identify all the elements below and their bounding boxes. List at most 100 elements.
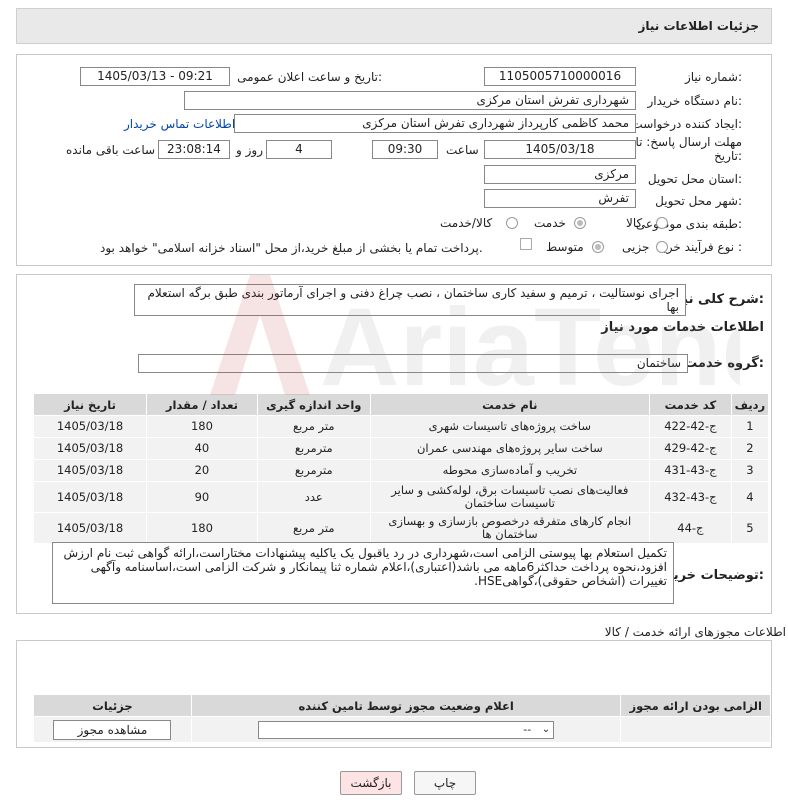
service-code-cell: ج-43-432	[648, 481, 732, 513]
requester-field: محمد کاظمی کارپرداز شهرداری تفرش استان م…	[234, 114, 636, 133]
service-group-field: ساختمان	[138, 354, 688, 373]
days-field: 4	[266, 140, 332, 159]
deadline-date-field: 1405/03/18	[484, 140, 636, 159]
time-label: ساعت	[446, 143, 479, 157]
buyer-org-field: شهرداری تفرش استان مرکزی	[184, 91, 636, 110]
quantity-cell: 40	[146, 437, 258, 460]
service-code-cell: ج-43-431	[648, 459, 732, 482]
need-number-field: 1105005710000016	[484, 67, 636, 86]
payment-note: پرداخت تمام یا بخشی از مبلغ خرید،از محل …	[100, 241, 483, 255]
page-title: جزئیات اطلاعات نیاز	[638, 19, 759, 33]
row-number-cell: 1	[730, 415, 770, 438]
quantity-cell: 180	[146, 512, 258, 544]
services-table: ردیف کد خدمت نام خدمت واحد اندازه گیری ت…	[32, 393, 770, 544]
quantity-cell: 180	[146, 415, 258, 438]
col-row: ردیف	[730, 393, 770, 416]
category-service-label: خدمت	[534, 216, 566, 230]
chevron-down-icon: ⌄	[541, 723, 551, 735]
process-medium-radio[interactable]	[592, 241, 604, 253]
quantity-cell: 20	[146, 459, 258, 482]
province-field: مرکزی	[484, 165, 636, 184]
service-code-cell: ج-42-422	[648, 415, 732, 438]
row-number-cell: 2	[730, 437, 770, 460]
need-date-cell: 1405/03/18	[32, 459, 148, 482]
process-medium-label: متوسط	[546, 240, 584, 254]
table-row: 5 ج-44 انجام کارهای متفرقه درخصوص بازسازی …	[32, 512, 770, 544]
buyer-org-label: نام دستگاه خریدار:	[647, 94, 743, 108]
unit-cell: عدد	[256, 481, 371, 513]
province-label: استان محل تحویل:	[647, 172, 742, 186]
col-unit: واحد اندازه گیری	[256, 393, 371, 416]
table-row: 4 ج-43-432 فعالیت‌های نصب تاسیسات برق، لول…	[32, 481, 770, 513]
services-section-title: اطلاعات خدمات مورد نیاز	[601, 320, 764, 335]
service-name-cell: ساخت سایر پروژه‌های مهندسی عمران	[369, 437, 650, 460]
col-qty: تعداد / مقدار	[146, 393, 258, 416]
city-label: شهر محل تحویل:	[655, 194, 742, 208]
permits-table: الزامی بودن ارائه مجوز اعلام وضعیت مجوز …	[33, 694, 771, 743]
category-goods-label: کالا	[626, 216, 643, 230]
process-minor-radio[interactable]	[656, 241, 668, 253]
need-number-label: شماره نیاز:	[684, 70, 742, 84]
remaining-time-field: 23:08:14	[158, 140, 230, 159]
row-number-cell: 5	[730, 512, 770, 544]
services-table-header: ردیف کد خدمت نام خدمت واحد اندازه گیری ت…	[32, 393, 770, 416]
service-name-cell: ساخت پروژه‌های تاسیسات شهری	[369, 415, 650, 438]
process-label: نوع فرآیند خرید :	[657, 240, 742, 254]
category-service-radio[interactable]	[574, 217, 586, 229]
need-date-cell: 1405/03/18	[32, 415, 148, 438]
category-both-label: کالا/خدمت	[440, 216, 493, 230]
print-button[interactable]: چاپ	[414, 771, 476, 795]
days-label: روز و	[236, 143, 263, 157]
col-name: نام خدمت	[369, 393, 650, 416]
back-button[interactable]: بازگشت	[340, 771, 402, 795]
treasury-checkbox[interactable]	[520, 238, 532, 250]
col-code: کد خدمت	[648, 393, 732, 416]
service-code-cell: ج-44	[648, 512, 732, 544]
service-name-cell: فعالیت‌های نصب تاسیسات برق، لوله‌کشی و س…	[369, 481, 650, 513]
permit-col-details: جزئیات	[33, 694, 192, 717]
category-both-radio[interactable]	[506, 217, 518, 229]
table-row: 3 ج-43-431 تخریب و آماده‌سازی محوطه مترمربع…	[32, 459, 770, 482]
category-label: طبقه بندی موضوعی:	[635, 217, 742, 231]
unit-cell: متر مربع	[256, 415, 371, 438]
row-number-cell: 4	[730, 481, 770, 513]
permits-table-header: الزامی بودن ارائه مجوز اعلام وضعیت مجوز …	[33, 694, 771, 717]
contact-info-link[interactable]: اطلاعات تماس خریدار	[124, 117, 235, 131]
page-header: جزئیات اطلاعات نیاز	[16, 8, 772, 44]
requester-label: ایجاد کننده درخواست:	[631, 117, 742, 131]
unit-cell: متر مربع	[256, 512, 371, 544]
view-permit-button[interactable]: مشاهده مجوز	[53, 719, 172, 740]
need-date-cell: 1405/03/18	[32, 437, 148, 460]
remaining-label: ساعت باقی مانده	[66, 143, 156, 157]
permits-section-title: اطلاعات مجوزهای ارائه خدمت / کالا	[604, 625, 786, 639]
buyer-notes-field: تکمیل استعلام بها پیوستی الزامی است،شهرد…	[52, 542, 674, 604]
permit-col-required: الزامی بودن ارائه مجوز	[620, 694, 771, 717]
permit-status-select[interactable]: -- ⌄	[258, 720, 555, 739]
service-name-cell: تخریب و آماده‌سازی محوطه	[369, 459, 650, 482]
quantity-cell: 90	[146, 481, 258, 513]
deadline-time-field: 09:30	[372, 140, 438, 159]
announce-label: تاریخ و ساعت اعلان عمومی:	[237, 70, 382, 84]
summary-field: اجرای نوستالیت ، ترمیم و سفید کاری ساختم…	[134, 284, 686, 316]
service-name-cell: انجام کارهای متفرقه درخصوص بازسازی و بهس…	[369, 512, 650, 544]
permit-required-cell	[620, 716, 771, 743]
city-field: تفرش	[484, 189, 636, 208]
announce-field: 1405/03/13 - 09:21	[80, 67, 230, 86]
service-group-label: گروه خدمت:	[684, 356, 764, 371]
category-goods-radio[interactable]	[656, 217, 668, 229]
unit-cell: مترمربع	[256, 437, 371, 460]
permit-status-value: --	[523, 722, 532, 736]
need-date-cell: 1405/03/18	[32, 512, 148, 544]
col-date: تاریخ نیاز	[32, 393, 148, 416]
service-code-cell: ج-42-429	[648, 437, 732, 460]
deadline-label: مهلت ارسال پاسخ: تا تاریخ:	[635, 135, 742, 163]
table-row: 2 ج-42-429 ساخت سایر پروژه‌های مهندسی عمرا…	[32, 437, 770, 460]
permit-col-status: اعلام وضعیت مجوز توسط تامین کننده	[190, 694, 622, 717]
table-row: 1 ج-42-422 ساخت پروژه‌های تاسیسات شهری متر …	[32, 415, 770, 438]
process-minor-label: جزیی	[622, 240, 650, 254]
permit-status-cell: -- ⌄	[190, 716, 622, 743]
permit-details-cell: مشاهده مجوز	[33, 716, 192, 743]
need-date-cell: 1405/03/18	[32, 481, 148, 513]
permit-row: -- ⌄ مشاهده مجوز	[33, 716, 771, 743]
unit-cell: مترمربع	[256, 459, 371, 482]
